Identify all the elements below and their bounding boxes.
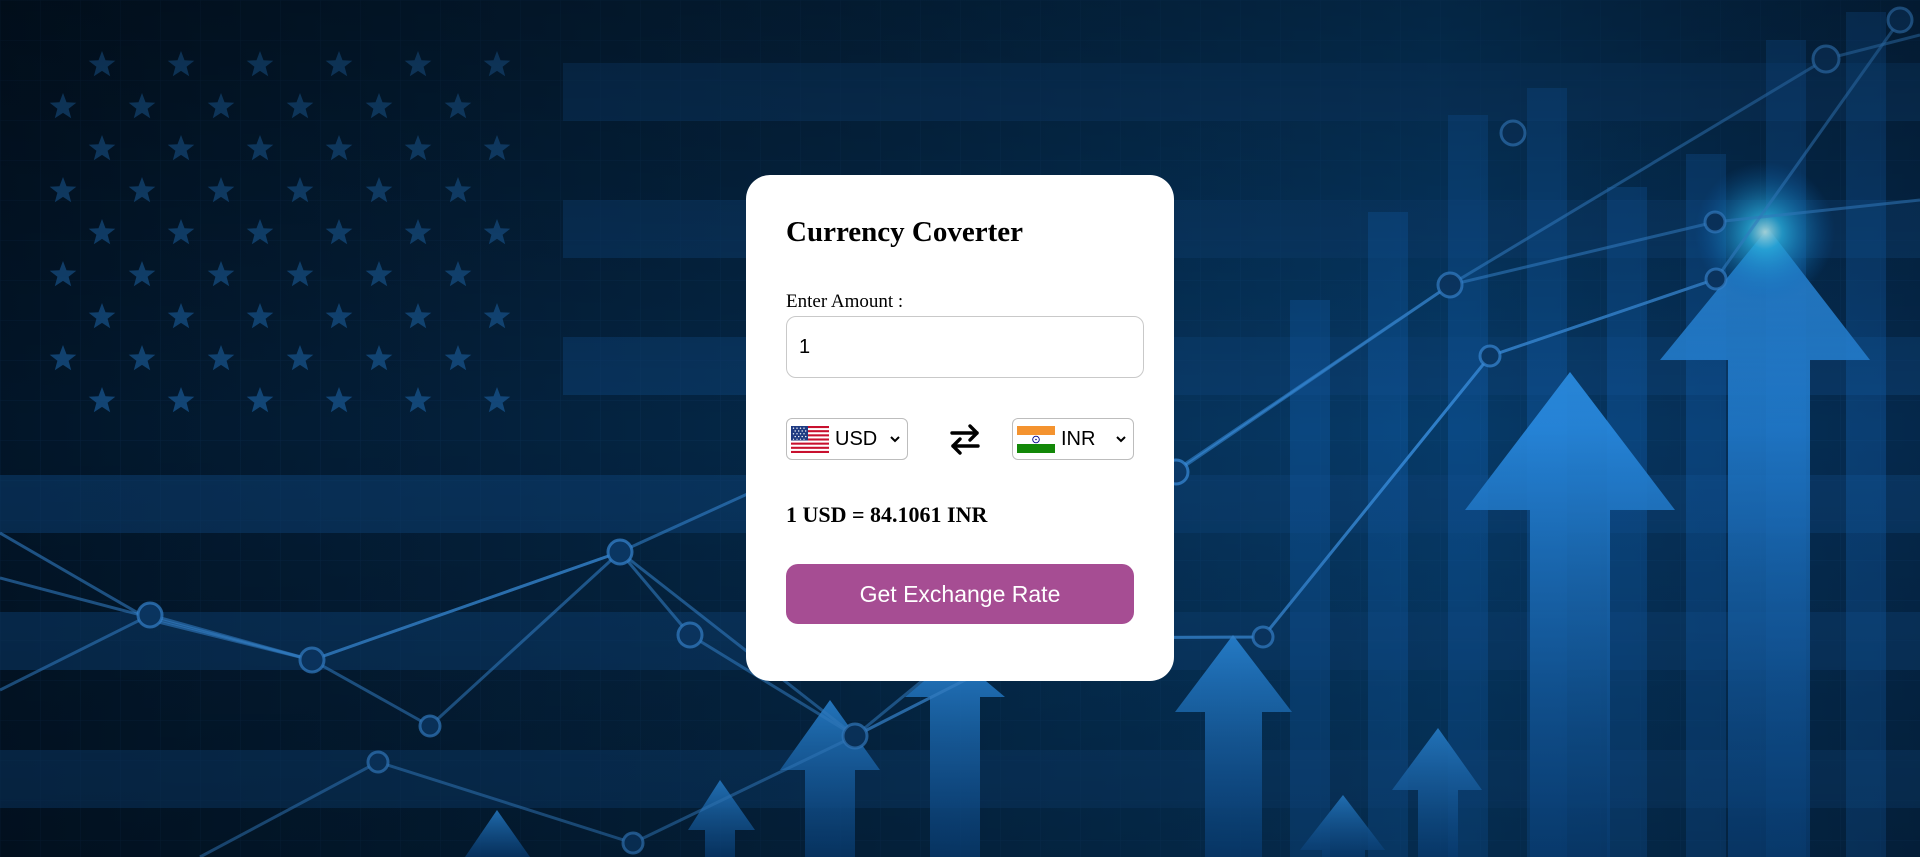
to-currency-code: INR: [1061, 427, 1096, 450]
swap-arrows-icon[interactable]: [948, 423, 982, 455]
amount-label: Enter Amount :: [786, 291, 904, 312]
exchange-rate-result: 1 USD = 84.1061 INR: [786, 502, 988, 527]
amount-input[interactable]: [786, 316, 1144, 378]
chevron-down-icon: [1116, 436, 1126, 443]
get-exchange-rate-button[interactable]: Get Exchange Rate: [786, 564, 1134, 624]
us-flag-icon: [791, 425, 829, 453]
to-currency-select[interactable]: INR: [1012, 418, 1134, 460]
india-flag-icon: [1017, 425, 1055, 453]
converter-card: Currency Coverter Enter Amount : 1 USD I…: [746, 175, 1174, 681]
from-currency-code: USD: [835, 427, 878, 450]
from-currency-select[interactable]: USD: [786, 418, 908, 460]
chevron-down-icon: [890, 436, 900, 443]
page-title: Currency Coverter: [786, 216, 1023, 248]
currency-select-row: USD INR: [786, 418, 1134, 462]
